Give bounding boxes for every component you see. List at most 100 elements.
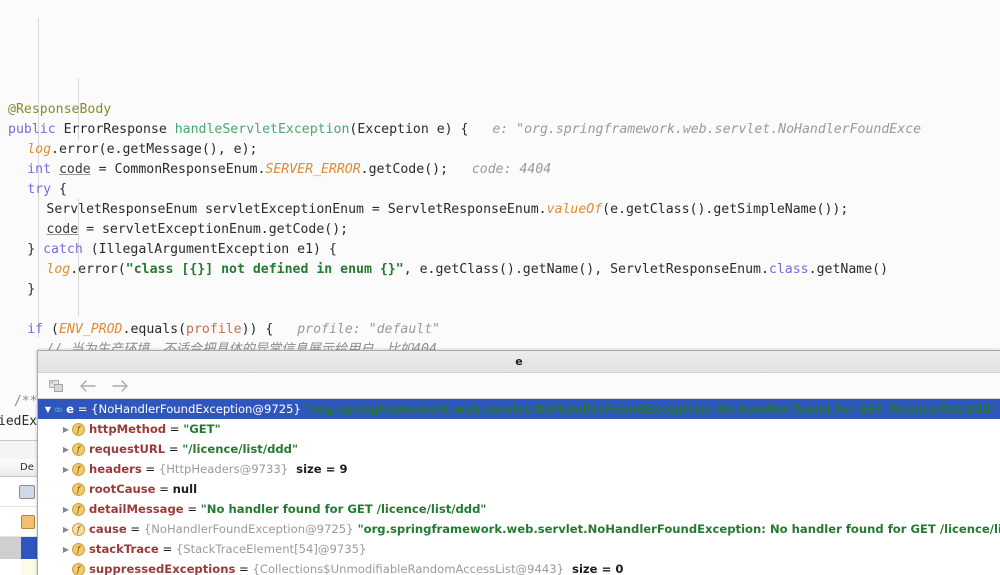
code-token: try [27,182,52,197]
expander-closed-icon[interactable]: ▶ [60,440,72,460]
variable-string-value: "No handler found for GET /licence/list/… [200,502,487,516]
field-icon: f [72,423,85,436]
expander-closed-icon[interactable]: ▶ [60,460,72,480]
variable-row[interactable]: ▼ ∞ e = {NoHandlerFoundException@9725} "or… [38,399,1000,419]
debugger-variables-tree[interactable]: ▼ ∞ e = {NoHandlerFoundException@9725} "or… [38,399,1000,575]
variable-name: requestURL [89,442,166,456]
code-token: e: "org.springframework.web.servlet.NoHa… [468,122,922,137]
background-row-4[interactable] [0,559,37,575]
database-icon [19,485,35,499]
variable-string-value: "/licence/list/ddd" [182,442,299,456]
evaluate-expression-icon[interactable] [46,376,66,396]
variable-row[interactable]: ▶ f cause = {NoHandlerFoundException@9725}… [38,519,1000,539]
variable-name: cause [89,522,127,536]
code-token: )) { [241,322,274,337]
field-icon: f [72,503,85,516]
code-token: { [51,182,67,197]
equals-sign: = [74,402,92,416]
code-token: } [27,242,44,257]
code-token: profile: "default" [273,322,441,337]
code-token: log [27,142,52,157]
code-token: code: 4404 [448,162,552,177]
variable-name: suppressedExceptions [89,562,236,575]
code-token: ENV_PROD [58,322,123,337]
background-column-header: De [20,462,34,473]
code-line[interactable]: } catch (IllegalArgumentException e1) { [0,240,1000,260]
code-line[interactable]: if (ENV_PROD.equals(profile)) { profile:… [0,320,1000,340]
code-token: code [46,222,79,237]
class-fragment: iedExc [0,414,37,429]
field-icon: f [72,563,85,575]
back-arrow-icon[interactable] [78,376,98,396]
equals-sign: = [183,502,201,516]
field-icon: f [72,483,85,496]
variable-row[interactable]: ▶ f headers = {HttpHeaders@9733} size = 9 [38,459,1000,479]
code-line[interactable]: code = servletExceptionEnum.getCode(); [0,220,1000,240]
popup-header: e [38,351,1000,373]
code-token: valueOf [546,202,603,217]
background-row-1[interactable] [0,477,37,507]
code-token: ( [43,322,59,337]
variable-name: stackTrace [89,542,159,556]
variable-size: size = 0 [563,562,624,575]
code-token: (e.getClass().getSimpleName()); [602,202,849,217]
equals-sign: = [166,422,184,436]
code-token: .error( [70,262,126,277]
expander-closed-icon[interactable]: ▶ [60,520,72,540]
code-line[interactable]: try { [0,180,1000,200]
code-token: if [27,322,44,337]
reference-icon: ∞ [54,402,63,416]
table-icon [21,515,35,529]
expander-open-icon[interactable]: ▼ [42,400,54,420]
variable-reference: {NoHandlerFoundException@9725} [143,522,354,536]
code-token: = CommonResponseEnum. [90,162,266,177]
code-token: = servletExceptionEnum.getCode(); [78,222,349,237]
code-line[interactable]: int code = CommonResponseEnum.SERVER_ERR… [0,160,1000,180]
code-token: int [27,162,59,177]
code-line[interactable]: log.error(e.getMessage(), e); [0,140,1000,160]
code-line[interactable]: log.error("class [{}] not defined in enu… [0,260,1000,280]
popup-toolbar[interactable] [38,373,1000,399]
variable-row[interactable]: f rootCause = null [38,479,1000,499]
forward-arrow-icon[interactable] [110,376,130,396]
variable-row[interactable]: ▶ f httpMethod = "GET" [38,419,1000,439]
code-token: profile [186,322,242,337]
equals-sign: = [235,562,253,575]
field-icon: f [72,543,85,556]
ide-debugger-screen: @ResponseBody public ErrorResponse handle… [0,0,1000,575]
variable-string-value: "GET" [183,422,221,436]
expander-closed-icon[interactable]: ▶ [60,540,72,560]
field-icon: f [72,463,85,476]
variable-row[interactable]: ▶ f detailMessage = "No handler found for … [38,499,1000,519]
code-token: handleServletException [174,122,350,137]
code-token: .getName() [808,262,889,277]
expander-closed-icon[interactable]: ▶ [60,420,72,440]
variable-name: detailMessage [89,502,184,516]
equals-sign: = [165,442,183,456]
code-line[interactable] [0,300,1000,320]
code-token: .error(e.getMessage(), e); [51,142,258,157]
background-row-3[interactable] [0,537,37,559]
code-token: ErrorResponse [63,122,175,137]
code-token: ServletResponseEnum servletExceptionEnum… [46,202,547,217]
code-line[interactable]: @ResponseBody [0,100,1000,120]
javadoc-fragment: /** [14,394,37,409]
code-token: code [58,162,91,177]
code-line[interactable]: } [0,280,1000,300]
debugger-value-popup[interactable]: e ▼ ∞ e = {NoHandlerFoundException@9725}… [37,350,1000,575]
equals-sign: = [126,522,144,536]
code-token: catch [43,242,83,257]
variable-row[interactable]: ▶ f stackTrace = {StackTraceElement[54]@97… [38,539,1000,559]
background-tool-window[interactable]: De [0,440,37,575]
variable-row[interactable]: ▶ f requestURL = "/licence/list/ddd" [38,439,1000,459]
expander-closed-icon[interactable]: ▶ [60,500,72,520]
background-row-2[interactable] [0,507,37,537]
code-token: (IllegalArgumentException e1) { [82,242,337,257]
variable-row[interactable]: f suppressedExceptions = {Collections$Unm… [38,559,1000,575]
code-token: .getCode(); [360,162,449,177]
field-icon: f [72,523,85,536]
code-line[interactable]: ServletResponseEnum servletExceptionEnum… [0,200,1000,220]
code-line[interactable]: public ErrorResponse handleServletExcept… [0,120,1000,140]
code-token: .equals( [122,322,187,337]
variable-tail-value: "org.springframework.web.servlet.NoHandl… [300,402,997,416]
